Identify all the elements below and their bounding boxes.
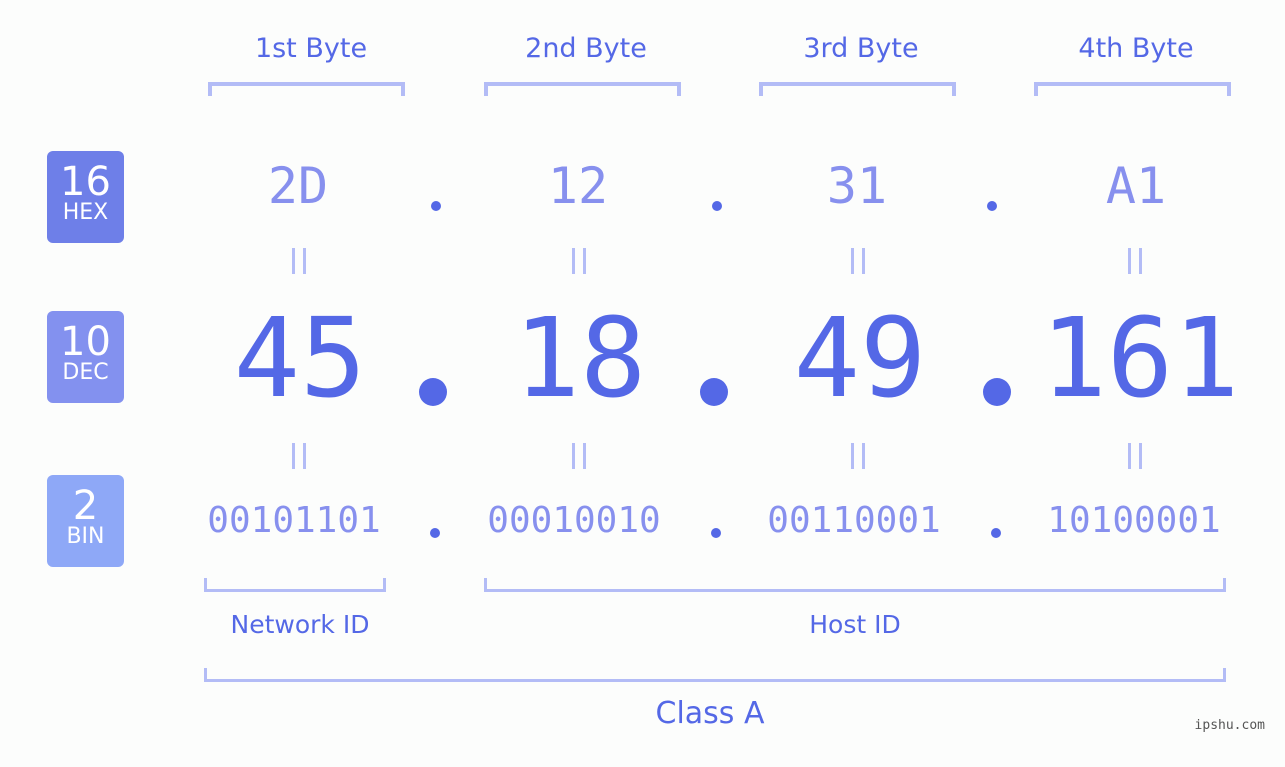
equals-icon	[851, 443, 865, 469]
bin-badge-label: BIN	[66, 524, 105, 549]
byte-bracket-4	[1034, 82, 1231, 96]
hex-badge-number: 16	[60, 159, 111, 205]
bin-badge: 2 BIN	[47, 475, 124, 567]
hex-value-1: 2D	[267, 157, 329, 215]
bin-value-3: 00110001	[767, 500, 941, 541]
dec-badge: 10 DEC	[47, 311, 124, 403]
class-bracket	[204, 668, 1226, 682]
byte-label-2: 2nd Byte	[525, 33, 647, 64]
dec-value-4: 161	[1040, 294, 1240, 422]
byte-label-4: 4th Byte	[1078, 33, 1194, 64]
dec-dot-2	[700, 378, 728, 406]
bin-dot-1	[430, 528, 440, 538]
host-id-label: Host ID	[809, 610, 901, 639]
dec-dot-1	[419, 378, 447, 406]
byte-label-3: 3rd Byte	[803, 33, 919, 64]
bin-value-2: 00010010	[487, 500, 661, 541]
hex-dot-2	[712, 201, 722, 211]
byte-bracket-1	[208, 82, 405, 96]
equals-icon	[851, 248, 865, 274]
hex-badge: 16 HEX	[47, 151, 124, 243]
dec-value-3: 49	[793, 294, 927, 422]
hex-dot-1	[431, 201, 441, 211]
hex-value-3: 31	[826, 157, 888, 215]
hex-badge-label: HEX	[62, 200, 109, 225]
equals-icon	[572, 248, 586, 274]
dec-value-2: 18	[513, 294, 647, 422]
bin-dot-3	[991, 528, 1001, 538]
host-id-bracket	[484, 578, 1226, 592]
equals-icon	[1128, 443, 1142, 469]
hex-value-4: A1	[1105, 157, 1167, 215]
dec-badge-label: DEC	[62, 360, 109, 385]
equals-icon	[292, 248, 306, 274]
class-label: Class A	[655, 696, 765, 731]
equals-icon	[572, 443, 586, 469]
bin-dot-2	[711, 528, 721, 538]
bin-value-1: 00101101	[207, 500, 381, 541]
dec-value-1: 45	[233, 294, 367, 422]
hex-value-2: 12	[547, 157, 609, 215]
bin-badge-number: 2	[72, 483, 99, 529]
bin-value-4: 10100001	[1047, 500, 1221, 541]
dec-dot-3	[983, 378, 1011, 406]
dec-badge-number: 10	[60, 319, 111, 365]
equals-icon	[1128, 248, 1142, 274]
network-id-label: Network ID	[230, 610, 370, 639]
byte-label-1: 1st Byte	[254, 33, 368, 64]
watermark: ipshu.com	[1194, 718, 1265, 733]
byte-bracket-2	[484, 82, 681, 96]
network-id-bracket	[204, 578, 386, 592]
equals-icon	[292, 443, 306, 469]
byte-bracket-3	[759, 82, 956, 96]
hex-dot-3	[987, 201, 997, 211]
